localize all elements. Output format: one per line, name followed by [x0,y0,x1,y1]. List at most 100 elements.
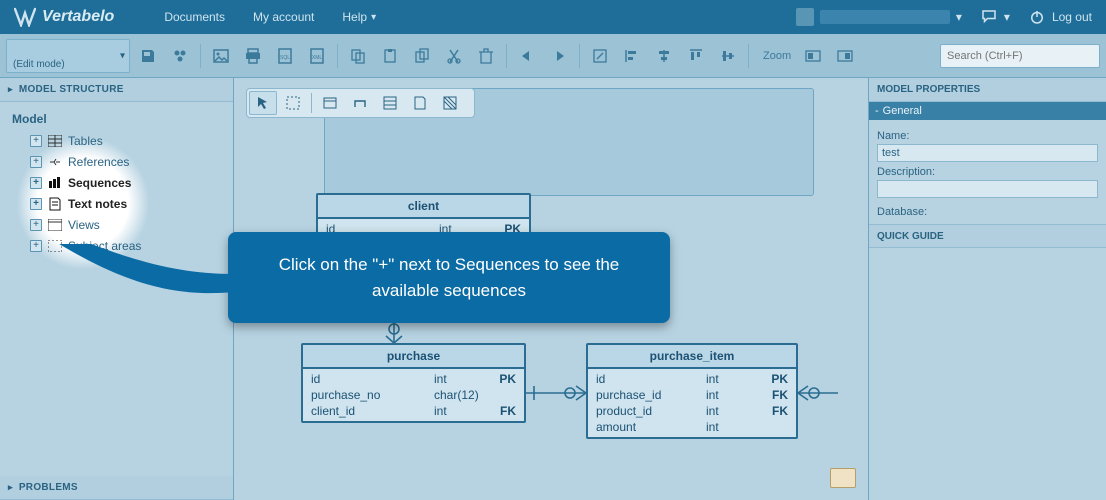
cut-button[interactable] [440,42,468,70]
erd-table-purchase[interactable]: purchase idintPK purchase_nochar(12) cli… [301,343,526,423]
chat-button[interactable]: ▾ [980,8,1010,26]
logo[interactable]: Vertabelo [14,7,114,27]
table-row[interactable]: product_idintFK [588,403,796,419]
name-label: Name: [877,130,1098,142]
col-type: int [434,404,492,418]
problems-header[interactable]: ▸ PROBLEMS [0,476,233,500]
add-area-tool[interactable] [436,91,464,115]
tree-item-references[interactable]: + References [0,151,233,172]
search-input[interactable] [947,50,1093,62]
relation-purchase-purchaseitem[interactable] [526,378,588,408]
callout-text: Click on the "+" next to Sequences to se… [279,255,619,300]
expand-icon[interactable]: + [30,156,42,168]
table-row[interactable]: purchase_idintFK [588,387,796,403]
power-icon [1028,8,1046,26]
tree-item-label: Sequences [68,176,131,190]
share-button[interactable] [166,42,194,70]
relation-purchaseitem-external[interactable] [798,378,838,408]
table-row[interactable]: idintPK [303,371,524,387]
logout-button[interactable]: Log out [1028,8,1092,26]
col-key: PK [764,372,788,386]
add-note-tool[interactable] [406,91,434,115]
duplicate-button[interactable] [408,42,436,70]
col-name: product_id [596,404,706,418]
paste-button[interactable] [376,42,404,70]
chevron-down-icon: ▾ [1004,10,1010,24]
username-blurred [820,10,950,24]
reference-icon [48,156,62,168]
main-toolbar: (Edit mode) ▾ SQL XML Zoom [0,34,1106,78]
nav-help[interactable]: Help▾ [328,0,390,34]
table-row[interactable]: purchase_nochar(12) [303,387,524,403]
user-menu[interactable]: ▾ [796,8,962,26]
tree-item-views[interactable]: + Views [0,214,233,235]
print-button[interactable] [239,42,267,70]
nav-documents-label: Documents [164,10,225,24]
col-name: purchase_id [596,388,706,402]
col-type: int [706,372,764,386]
tree-item-sequences[interactable]: + Sequences [0,172,233,193]
general-section-header[interactable]: -General [869,102,1106,120]
redo-button[interactable] [545,42,573,70]
xml-export-button[interactable]: XML [303,42,331,70]
tree-item-label: References [68,155,129,169]
table-row[interactable]: idintPK [588,371,796,387]
nav-my-account[interactable]: My account [239,0,328,34]
table-title: client [318,195,529,219]
collapse-icon: ▸ [8,482,13,493]
save-button[interactable] [134,42,162,70]
col-name: client_id [311,404,434,418]
sql-export-button[interactable]: SQL [271,42,299,70]
pointer-tool[interactable] [249,91,277,115]
tutorial-callout: Click on the "+" next to Sequences to se… [228,232,670,323]
quick-guide-header[interactable]: QUICK GUIDE [869,224,1106,248]
zoom-fit-button[interactable] [799,42,827,70]
model-description-input[interactable] [877,180,1098,198]
general-section-label: General [883,105,922,117]
tree-item-tables[interactable]: + Tables [0,130,233,151]
table-row[interactable]: client_idintFK [303,403,524,419]
nav-documents[interactable]: Documents [150,0,239,34]
undo-button[interactable] [513,42,541,70]
image-export-button[interactable] [207,42,235,70]
view-icon [48,219,62,231]
model-name-dropdown[interactable]: (Edit mode) ▾ [6,39,130,73]
table-row[interactable]: amountint [588,419,796,435]
tree-item-label: Text notes [68,197,127,211]
edit-mode-label: (Edit mode) [13,59,65,70]
expand-icon[interactable]: + [30,198,42,210]
align-top-button[interactable] [682,42,710,70]
tree-item-text-notes[interactable]: + Text notes [0,193,233,214]
align-center-button[interactable] [650,42,678,70]
header-right: ▾ ▾ Log out [796,8,1092,26]
collapse-icon: ▸ [8,84,13,95]
align-middle-button[interactable] [714,42,742,70]
table-title: purchase_item [588,345,796,369]
add-reference-tool[interactable] [346,91,374,115]
tree-root[interactable]: Model [0,108,233,130]
expand-icon[interactable]: + [30,177,42,189]
col-key: FK [764,388,788,402]
model-name-input[interactable] [877,144,1098,162]
delete-button[interactable] [472,42,500,70]
tree-item-label: Tables [68,134,103,148]
col-name: amount [596,420,706,434]
erd-table-purchase-item[interactable]: purchase_item idintPK purchase_idintFK p… [586,343,798,439]
col-name: id [311,372,434,386]
expand-icon[interactable]: + [30,135,42,147]
tree-item-label: Views [68,218,100,232]
chevron-down-icon: ▾ [371,12,376,23]
model-structure-header[interactable]: ▸ MODEL STRUCTURE [0,78,233,102]
add-view-tool[interactable] [376,91,404,115]
resize-canvas-button[interactable] [586,42,614,70]
copy-button[interactable] [344,42,372,70]
minimap-icon[interactable] [830,468,856,488]
search-box[interactable] [940,44,1100,68]
canvas-toolbar [246,88,475,118]
add-table-tool[interactable] [316,91,344,115]
align-left-button[interactable] [618,42,646,70]
col-type: int [706,420,764,434]
zoom-fit-width-button[interactable] [831,42,859,70]
expand-icon[interactable]: + [30,219,42,231]
marquee-tool[interactable] [279,91,307,115]
